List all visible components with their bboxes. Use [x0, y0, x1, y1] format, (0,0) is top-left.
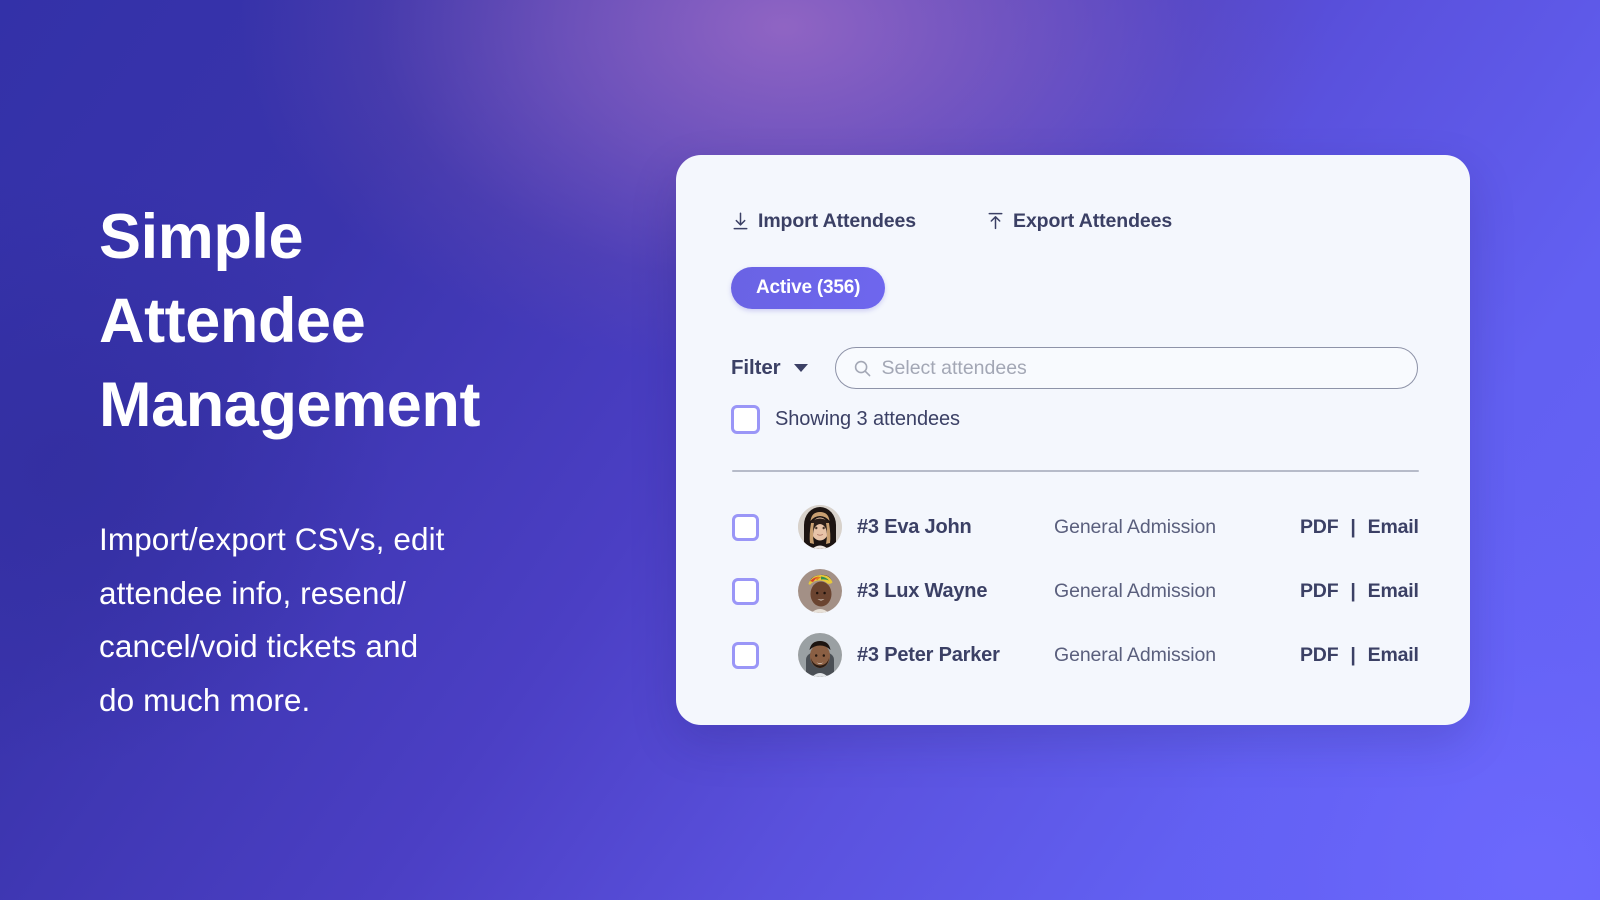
search-input[interactable]	[881, 356, 1399, 380]
table-row[interactable]: #3 Lux Wayne General Admission PDF | Ema…	[732, 559, 1432, 623]
row-actions: PDF | Email	[1300, 580, 1419, 603]
row-checkbox[interactable]	[732, 513, 759, 541]
woman-headwrap-avatar	[798, 569, 842, 613]
row-checkbox[interactable]	[732, 641, 759, 669]
attendee-ticket-type: General Admission	[1054, 643, 1216, 666]
pdf-action-link[interactable]: PDF	[1300, 580, 1339, 603]
attendee-name: #3 Peter Parker	[857, 643, 1000, 666]
action-separator: |	[1350, 515, 1356, 538]
select-all-row: Showing 3 attendees	[731, 405, 960, 434]
showing-count-label: Showing 3 attendees	[775, 408, 960, 430]
hero-copy: Simple Attendee Management Import/export…	[99, 196, 619, 728]
select-all-checkbox[interactable]	[731, 405, 760, 434]
man-beard-avatar	[798, 633, 842, 677]
action-separator: |	[1350, 579, 1356, 602]
attendee-list: #3 Eva John General Admission PDF | Emai…	[732, 495, 1432, 687]
upload-icon	[988, 212, 1003, 230]
table-row[interactable]: #3 Eva John General Admission PDF | Emai…	[732, 495, 1432, 559]
list-divider	[732, 470, 1419, 473]
filter-search-row: Filter	[731, 347, 1418, 389]
email-action-link[interactable]: Email	[1368, 644, 1419, 667]
email-action-link[interactable]: Email	[1368, 580, 1419, 603]
pdf-action-link[interactable]: PDF	[1300, 644, 1339, 667]
pdf-action-link[interactable]: PDF	[1300, 516, 1339, 539]
filter-label[interactable]: Filter	[731, 356, 781, 380]
tab-active[interactable]: Active (356)	[731, 267, 886, 309]
attendee-ticket-type: General Admission	[1054, 579, 1216, 602]
row-checkbox[interactable]	[732, 577, 759, 605]
attendee-name: #3 Lux Wayne	[857, 579, 988, 602]
export-attendees-label: Export Attendees	[1013, 210, 1173, 232]
page-title: Simple Attendee Management	[99, 202, 481, 440]
download-icon	[733, 212, 748, 230]
export-attendees-button[interactable]: Export Attendees	[987, 210, 1172, 233]
row-actions: PDF | Email	[1300, 644, 1419, 667]
attendee-name: #3 Eva John	[857, 515, 972, 538]
import-export-row: Import Attendees Export Attendees	[732, 210, 1172, 233]
import-attendees-button[interactable]: Import Attendees	[732, 210, 916, 233]
search-icon	[854, 360, 870, 376]
hero-description: Import/export CSVs, edit attendee info, …	[99, 521, 445, 718]
chevron-down-icon[interactable]	[793, 364, 808, 372]
email-action-link[interactable]: Email	[1368, 516, 1419, 539]
woman-blonde-avatar	[798, 505, 842, 549]
import-attendees-label: Import Attendees	[758, 210, 917, 232]
row-actions: PDF | Email	[1300, 516, 1419, 539]
action-separator: |	[1350, 643, 1356, 666]
attendee-ticket-type: General Admission	[1054, 515, 1216, 538]
table-row[interactable]: #3 Peter Parker General Admission PDF | …	[732, 623, 1432, 687]
attendee-search-box[interactable]	[834, 347, 1418, 389]
attendee-management-card: Import Attendees Export Attendees Active…	[676, 155, 1470, 725]
